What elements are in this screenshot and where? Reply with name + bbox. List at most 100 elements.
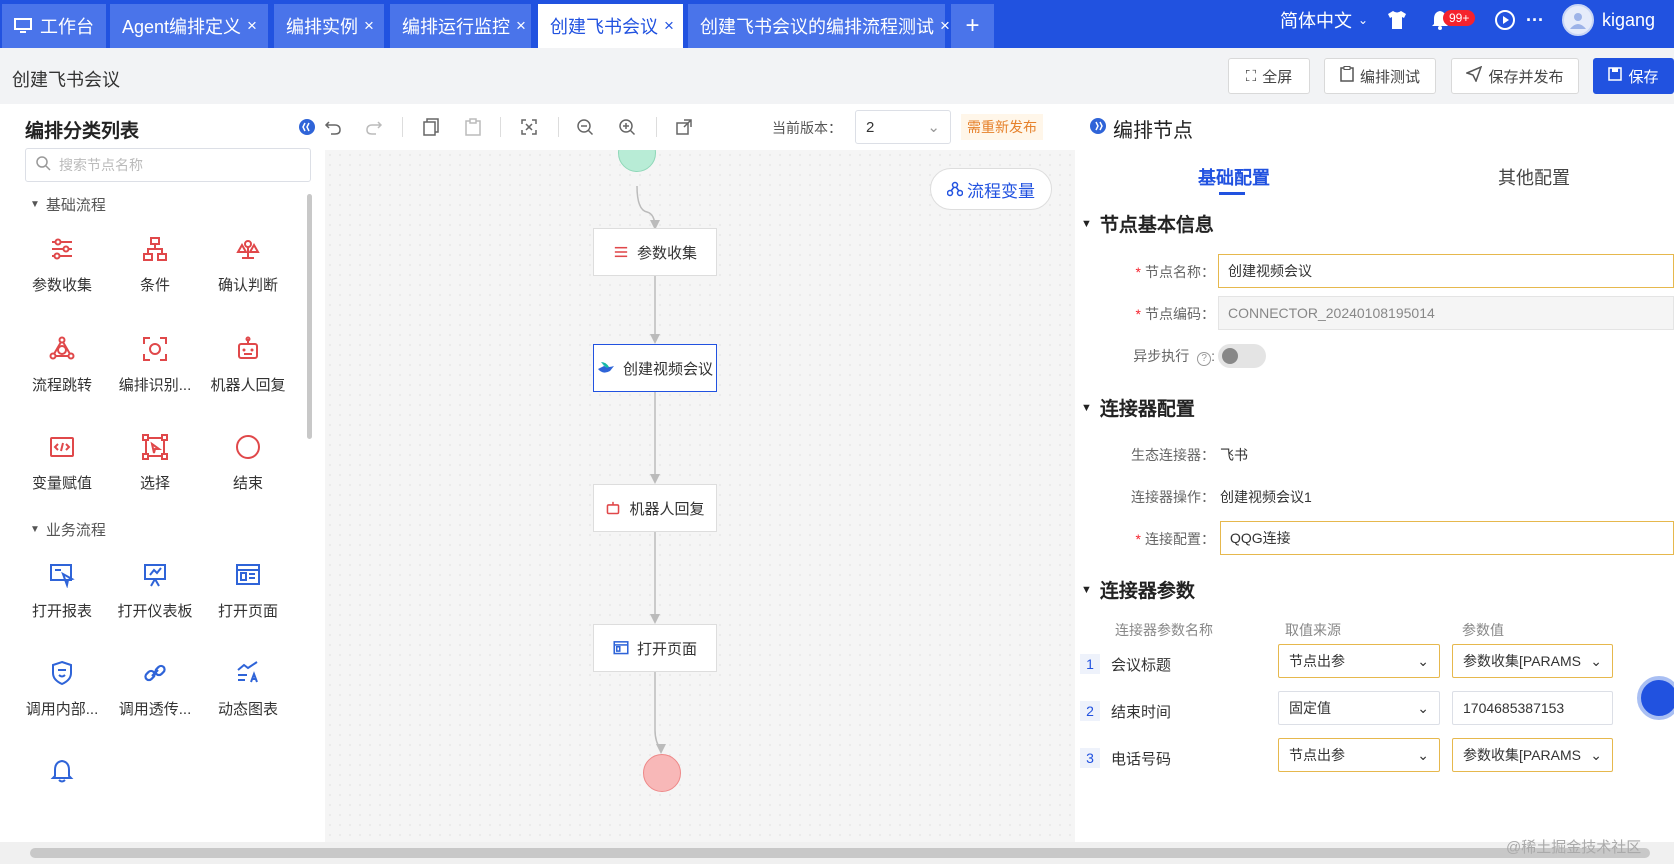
- palette-item-open-dashboard[interactable]: 打开仪表板: [105, 562, 205, 621]
- chart-icon: [237, 661, 258, 683]
- send-icon: [1465, 65, 1483, 86]
- user-menu[interactable]: kigang: [1562, 0, 1655, 40]
- horizontal-scrollbar[interactable]: [0, 842, 1674, 864]
- palette-item-open-page[interactable]: 打开页面: [198, 562, 298, 621]
- palette-item-var-assign[interactable]: 变量赋值: [12, 434, 112, 493]
- undo-icon[interactable]: [322, 116, 344, 138]
- palette-item-notification[interactable]: [12, 758, 112, 784]
- close-icon[interactable]: ×: [516, 16, 526, 36]
- param-source-select[interactable]: 节点出参 ⌄: [1278, 738, 1440, 772]
- more-icon[interactable]: ···: [1526, 0, 1544, 40]
- param-value-select[interactable]: 参数收集[PARAMS ⌄: [1452, 738, 1613, 772]
- param-name: 会议标题: [1111, 657, 1172, 674]
- tab-create-feishu-meeting[interactable]: 创建飞书会议 ×: [538, 4, 683, 48]
- input-value: 1704685387153: [1463, 700, 1565, 716]
- scrollbar-thumb[interactable]: [30, 848, 1650, 858]
- copy-icon[interactable]: [420, 116, 442, 138]
- palette-item-call-internal[interactable]: 调用内部...: [12, 660, 112, 719]
- palette-item-param-collect[interactable]: 参数收集: [12, 236, 112, 295]
- collapse-left-icon[interactable]: [296, 116, 318, 138]
- palette-item-open-report[interactable]: 打开报表: [12, 562, 112, 621]
- save-publish-label: 保存并发布: [1488, 68, 1564, 86]
- page-header: 创建飞书会议 ⛶ 全屏 编排测试 保存并发布 保存: [0, 48, 1674, 104]
- report-click-icon: [50, 564, 75, 588]
- export-icon[interactable]: [673, 116, 695, 138]
- palette-item-label: 调用透传...: [118, 701, 192, 718]
- palette-item-call-passthrough[interactable]: 调用透传...: [105, 660, 205, 719]
- close-icon[interactable]: ×: [364, 16, 374, 36]
- tab-workbench[interactable]: 工作台: [2, 4, 106, 48]
- node-name-input[interactable]: 创建视频会议: [1218, 254, 1674, 288]
- chevron-down-icon: ⌄: [1417, 652, 1429, 669]
- async-toggle[interactable]: [1218, 344, 1266, 368]
- palette-item-recognize[interactable]: 编排识别...: [105, 336, 205, 395]
- palette-item-confirm[interactable]: 确认判断: [198, 236, 298, 295]
- tab-other-config[interactable]: 其他配置: [1498, 164, 1570, 190]
- tab-flow-test[interactable]: 创建飞书会议的编排流程测试 ×: [688, 4, 950, 48]
- tab-instances[interactable]: 编排实例 ×: [274, 4, 384, 48]
- group-business-flow[interactable]: ▼ 业务流程: [30, 519, 106, 540]
- connector-config-label: * 连接配置：: [1095, 529, 1215, 549]
- connector-config-select[interactable]: QQG连接: [1220, 521, 1674, 555]
- close-icon[interactable]: ×: [247, 16, 257, 36]
- palette-item-end[interactable]: 结束: [198, 434, 298, 493]
- palette-item-robot-reply[interactable]: 机器人回复: [198, 336, 298, 395]
- param-source-select[interactable]: 固定值 ⌄: [1278, 691, 1440, 725]
- left-scrollbar[interactable]: [307, 194, 312, 439]
- flow-canvas[interactable]: 参数收集 创建视频会议 机器人回复 打开页面 流程变量: [325, 150, 1075, 842]
- add-tab-button[interactable]: +: [951, 4, 994, 48]
- palette-item-condition[interactable]: 条件: [105, 236, 205, 295]
- help-icon[interactable]: ?: [1197, 352, 1212, 366]
- close-icon[interactable]: ×: [940, 16, 950, 36]
- tab-agent-definition[interactable]: Agent编排定义 ×: [110, 4, 268, 48]
- connector-op-value: 创建视频会议1: [1220, 489, 1312, 505]
- redo-icon[interactable]: [363, 116, 385, 138]
- flow-test-button[interactable]: 编排测试: [1324, 58, 1436, 94]
- section-connector-params[interactable]: ▼ 连接器参数: [1081, 576, 1195, 603]
- save-button[interactable]: 保存: [1593, 58, 1674, 94]
- flow-node-open-page[interactable]: 打开页面: [593, 624, 717, 672]
- presentation-icon: [144, 564, 166, 587]
- search-input[interactable]: 搜索节点名称: [25, 148, 311, 182]
- group-basic-flow[interactable]: ▼ 基础流程: [30, 194, 106, 215]
- node-code-label: * 节点编码：: [1115, 304, 1215, 324]
- fullscreen-button[interactable]: ⛶ 全屏: [1228, 58, 1310, 94]
- flow-node-param-collect[interactable]: 参数收集: [593, 228, 717, 276]
- shirt-icon[interactable]: [1386, 0, 1408, 40]
- close-icon[interactable]: ×: [664, 16, 674, 36]
- flow-node-robot-reply[interactable]: 机器人回复: [593, 484, 717, 532]
- tab-run-monitor[interactable]: 编排运行监控 ×: [390, 4, 531, 48]
- assistant-float-button[interactable]: [1637, 676, 1674, 720]
- language-select[interactable]: 简体中文 ⌄: [1280, 0, 1368, 40]
- tab-label: 创建飞书会议: [550, 17, 658, 37]
- flow-variables-button[interactable]: 流程变量: [930, 168, 1052, 210]
- fit-view-icon[interactable]: [518, 116, 540, 138]
- param-value-select[interactable]: 参数收集[PARAMS ⌄: [1452, 644, 1613, 678]
- page-title: 创建飞书会议: [12, 70, 120, 90]
- select-value: 参数收集[PARAMS: [1463, 747, 1581, 763]
- collapse-right-icon[interactable]: [1089, 117, 1107, 141]
- required-mark: *: [1135, 306, 1141, 322]
- paste-icon[interactable]: [462, 116, 484, 138]
- palette-item-label: 打开报表: [31, 603, 92, 620]
- tab-basic-config[interactable]: 基础配置: [1198, 164, 1270, 190]
- play-circle-icon[interactable]: [1494, 0, 1516, 40]
- palette-item-dynamic-chart[interactable]: 动态图表: [198, 660, 298, 719]
- zoom-out-icon[interactable]: [574, 116, 596, 138]
- param-source-select[interactable]: 节点出参 ⌄: [1278, 644, 1440, 678]
- section-connector-config[interactable]: ▼ 连接器配置: [1081, 394, 1195, 421]
- section-basic-info[interactable]: ▼ 节点基本信息: [1081, 210, 1214, 237]
- param-value-input[interactable]: 1704685387153: [1452, 691, 1613, 725]
- palette-item-flow-jump[interactable]: 流程跳转: [12, 336, 112, 395]
- link-icon: [144, 664, 166, 682]
- flow-node-label: 参数收集: [636, 244, 697, 262]
- palette-item-select[interactable]: 选择: [105, 434, 205, 493]
- flow-node-create-video-meeting[interactable]: 创建视频会议: [593, 344, 717, 392]
- colon: :: [1211, 348, 1215, 364]
- version-select[interactable]: 2 ⌄: [855, 110, 951, 144]
- save-publish-button[interactable]: 保存并发布: [1451, 58, 1579, 94]
- bell-icon: [50, 759, 74, 783]
- select-value: 节点出参: [1289, 747, 1345, 763]
- zoom-in-icon[interactable]: [616, 116, 638, 138]
- end-node[interactable]: [643, 754, 681, 792]
